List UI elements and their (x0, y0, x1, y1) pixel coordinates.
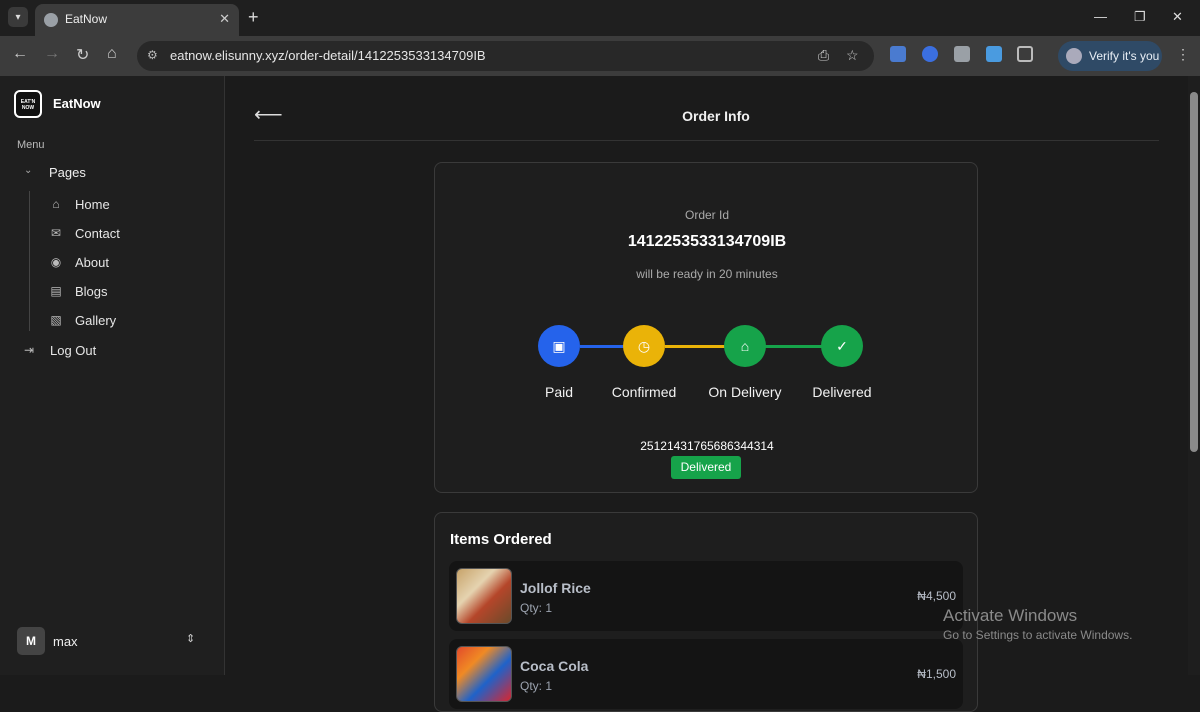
order-status-card: Order Id 1412253533134709IB will be read… (434, 162, 978, 493)
watermark-title: Activate Windows (943, 606, 1078, 625)
items-title: Items Ordered (450, 531, 552, 548)
browser-toolbar: ← → ↻ ⌂ ⚙ eatnow.elisunny.xyz/order-deta… (0, 36, 1200, 76)
extension-icon[interactable] (1017, 46, 1033, 62)
tab-search-icon[interactable]: ▾ (8, 7, 28, 27)
sidebar-item-label: About (75, 255, 109, 270)
item-qty: Qty: 1 (520, 679, 553, 693)
star-icon[interactable]: ☆ (846, 47, 859, 64)
sidebar-item-gallery[interactable]: ▧ Gallery (49, 312, 209, 332)
progress-connector (765, 345, 822, 348)
url-text[interactable]: eatnow.elisunny.xyz/order-detail/1412253… (170, 48, 486, 63)
verify-button[interactable]: Verify it's you (1058, 41, 1162, 71)
install-icon[interactable]: ⎙ (818, 47, 829, 64)
sidebar-item-about[interactable]: ◉ About (49, 254, 209, 274)
tab-title: EatNow (65, 12, 108, 26)
back-icon[interactable]: ← (12, 45, 28, 63)
chevron-up-down-icon[interactable]: ⇕ (186, 632, 195, 645)
user-name[interactable]: max (53, 634, 78, 649)
logout-icon: ⇥ (24, 343, 35, 357)
item-price: ₦4,500 (917, 589, 956, 603)
site-info-icon[interactable]: ⚙ (147, 48, 158, 62)
main-content: ⟵ Order Info Order Id 1412253533134709IB… (226, 76, 1188, 712)
chevron-down-icon: ⌄ (24, 165, 33, 176)
list-item[interactable]: Jollof Rice Qty: 1 ₦4,500 (449, 561, 963, 631)
maximize-icon[interactable]: ❐ (1134, 9, 1146, 25)
image-icon: ▧ (50, 313, 62, 327)
sidebar-item-label: Gallery (75, 313, 117, 328)
extension-icon[interactable] (954, 46, 970, 62)
tracking-number: 25121431765686344314 (640, 439, 774, 453)
minimize-icon[interactable]: — (1094, 9, 1107, 24)
sidebar-item-blogs[interactable]: ▤ Blogs (49, 283, 209, 303)
pages-label: Pages (49, 165, 86, 180)
sidebar: EAT'N NOW EatNow Menu ⌄ Pages ⌂ Home ✉ C… (0, 76, 225, 675)
menu-label: Menu (17, 139, 45, 151)
close-icon[interactable]: ✕ (219, 11, 230, 27)
mail-icon: ✉ (50, 226, 62, 240)
food-image (456, 568, 512, 624)
browser-tab-bar: ▾ EatNow ✕ + — ❐ ✕ (0, 0, 1200, 36)
user-circle-icon: ◉ (50, 255, 62, 269)
sidebar-item-home[interactable]: ⌂ Home (49, 196, 209, 216)
nav-tree-line (29, 191, 30, 331)
item-name: Coca Cola (520, 658, 589, 674)
money-icon: ▣ (538, 325, 580, 367)
kebab-icon[interactable]: ⋮ (1176, 46, 1190, 63)
item-qty: Qty: 1 (520, 601, 553, 615)
close-window-icon[interactable]: ✕ (1172, 9, 1183, 25)
forward-icon[interactable]: → (44, 45, 60, 63)
sidebar-item-label: Contact (75, 226, 120, 241)
watermark-subtitle: Go to Settings to activate Windows. (943, 628, 1133, 642)
progress-connector (580, 345, 625, 348)
brand-name: EatNow (53, 96, 101, 111)
scrollbar[interactable] (1188, 76, 1200, 675)
logout-label: Log Out (50, 343, 97, 358)
plus-icon[interactable]: + (248, 7, 259, 28)
newspaper-icon: ▤ (50, 284, 62, 298)
extension-icon[interactable] (986, 46, 1002, 62)
clock-icon: ◷ (623, 325, 665, 367)
step-label-delivered: Delivered (812, 384, 872, 400)
home-icon[interactable]: ⌂ (107, 45, 117, 63)
items-ordered-card: Items Ordered Jollof Rice Qty: 1 ₦4,500 … (434, 512, 978, 712)
item-name: Jollof Rice (520, 580, 591, 596)
scrollbar-thumb[interactable] (1190, 92, 1198, 452)
address-bar[interactable]: ⚙ eatnow.elisunny.xyz/order-detail/14122… (137, 41, 874, 71)
progress-connector (665, 345, 725, 348)
avatar[interactable]: M (17, 627, 45, 655)
extension-icon[interactable] (922, 46, 938, 62)
order-id: 1412253533134709IB (627, 233, 787, 250)
extension-icon[interactable] (890, 46, 906, 62)
ready-time-text: will be ready in 20 minutes (636, 267, 778, 281)
bag-icon: ⌂ (724, 325, 766, 367)
verify-label: Verify it's you (1089, 49, 1160, 63)
check-icon: ✓ (821, 325, 863, 367)
drink-image (456, 646, 512, 702)
item-price: ₦1,500 (917, 667, 956, 681)
sidebar-item-label: Blogs (75, 284, 108, 299)
sidebar-item-contact[interactable]: ✉ Contact (49, 225, 209, 245)
browser-tab[interactable]: EatNow ✕ (35, 4, 239, 36)
logo: EAT'N NOW (14, 90, 42, 118)
page-title: Order Info (682, 108, 750, 124)
sidebar-item-label: Home (75, 197, 110, 212)
order-id-label: Order Id (684, 208, 729, 222)
globe-icon (44, 13, 58, 27)
home-icon: ⌂ (52, 197, 60, 211)
list-item[interactable]: Coca Cola Qty: 1 ₦1,500 (449, 639, 963, 709)
divider (254, 140, 1159, 141)
reload-icon[interactable]: ↻ (76, 45, 89, 65)
avatar (1066, 48, 1082, 64)
status-badge: Delivered (671, 456, 741, 479)
